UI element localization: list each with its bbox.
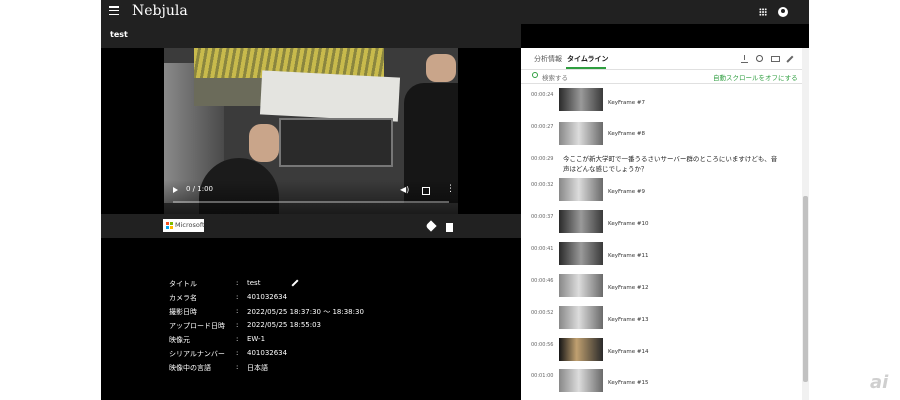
keyframe-label: KeyFrame #13 [608, 317, 649, 323]
keyframe-label: KeyFrame #12 [608, 285, 649, 291]
keyframe-label: KeyFrame #9 [608, 189, 645, 195]
language-icon[interactable] [756, 55, 763, 62]
hamburger-menu-icon[interactable] [109, 6, 119, 16]
scroll-thumb[interactable] [803, 196, 808, 382]
autoscroll-toggle[interactable]: 自動スクロールをオフにする [713, 72, 798, 82]
keyframe-thumbnail [559, 242, 603, 265]
edit-title-icon[interactable] [291, 279, 299, 287]
transcript-text: 今ここが新大学町で一番うるさいサーバー群のところにいますけども、音声はどんな感じ… [563, 155, 778, 173]
insights-panel: 分析情報 タイムライン 検索する 自動スクロールをオフにする 00:00:24 … [521, 48, 802, 400]
timestamp: 00:00:27 [531, 124, 554, 130]
more-options-icon[interactable]: ⋮ [446, 185, 455, 194]
keyframe-thumbnail [559, 210, 603, 233]
search-input[interactable]: 検索する [542, 72, 568, 82]
search-icon [532, 72, 538, 78]
microsoft-logo: Microsoft [163, 219, 205, 232]
panel-scrollbar[interactable] [802, 48, 809, 400]
keyframe-thumbnail [559, 178, 603, 201]
keyframe-label: KeyFrame #14 [608, 349, 649, 355]
microsoft-logo-icon [166, 222, 173, 229]
video-toolbar: Microsoft [101, 214, 521, 238]
site-watermark: ai [870, 372, 889, 393]
keyframe-label: KeyFrame #11 [608, 253, 649, 259]
apps-grid-icon[interactable] [759, 8, 767, 16]
timestamp: 00:00:37 [531, 214, 554, 220]
keyframe-thumbnail [559, 122, 603, 145]
metadata-value: 401032634 [247, 349, 288, 357]
account-icon[interactable] [778, 7, 788, 17]
metadata-label: シリアルナンバー [169, 350, 225, 358]
app-bar: Nebjula [101, 0, 809, 24]
metadata-value: 2022/05/25 18:37:30 ～ 18:38:30 [247, 308, 364, 316]
tag-icon[interactable] [425, 220, 437, 232]
timestamp: 00:00:24 [531, 92, 554, 98]
timestamp: 00:00:56 [531, 342, 554, 348]
microsoft-logo-text: Microsoft [175, 221, 205, 229]
metadata-value: test [247, 279, 261, 287]
video-player[interactable]: 0 / 1:00 ◀) ⋮ [164, 48, 458, 214]
metadata-value: 2022/05/25 18:55:03 [247, 321, 322, 329]
fullscreen-icon[interactable] [422, 187, 430, 195]
metadata-label: 映像中の言語 [169, 364, 211, 372]
keyframe-label: KeyFrame #7 [608, 100, 645, 106]
video-progress-bar[interactable] [173, 201, 449, 203]
app-title: Nebjula [132, 3, 188, 19]
metadata-label: 映像元 [169, 336, 190, 344]
layers-icon[interactable] [771, 56, 780, 62]
video-time: 0 / 1:00 [186, 185, 213, 193]
metadata-value: 日本語 [247, 364, 268, 372]
keyframe-thumbnail [559, 306, 603, 329]
metadata-value: EW-1 [247, 335, 266, 343]
keyframe-thumbnail [559, 338, 603, 361]
delete-icon[interactable] [446, 222, 453, 232]
keyframe-thumbnail [559, 88, 603, 111]
tab-insights[interactable]: 分析情報 [534, 54, 562, 64]
app-window: Nebjula test 0 / 1:00 ◀) ⋮ Microsoft タイト… [101, 0, 809, 400]
title-bar: test [101, 24, 521, 48]
keyframe-label: KeyFrame #10 [608, 221, 649, 227]
keyframe-thumbnail [559, 369, 603, 392]
metadata-label: アップロード日時 [169, 322, 225, 330]
keyframe-label: KeyFrame #15 [608, 380, 649, 386]
timestamp: 00:01:00 [531, 373, 554, 379]
edit-icon[interactable] [786, 55, 794, 63]
page-title: test [110, 30, 128, 39]
play-icon[interactable] [173, 187, 178, 193]
volume-icon[interactable]: ◀) [400, 186, 409, 194]
timestamp: 00:00:32 [531, 182, 554, 188]
metadata-value: 401032634 [247, 293, 288, 301]
download-icon[interactable] [741, 55, 748, 63]
tab-timeline[interactable]: タイムライン [567, 54, 609, 64]
timestamp: 00:00:46 [531, 278, 554, 284]
metadata-label: タイトル [169, 280, 197, 288]
keyframe-thumbnail [559, 274, 603, 297]
metadata-label: カメラ名 [169, 294, 197, 302]
timestamp: 00:00:52 [531, 310, 554, 316]
metadata-label: 撮影日時 [169, 308, 197, 316]
timestamp: 00:00:29 [531, 156, 554, 162]
keyframe-label: KeyFrame #8 [608, 131, 645, 137]
timestamp: 00:00:41 [531, 246, 554, 252]
